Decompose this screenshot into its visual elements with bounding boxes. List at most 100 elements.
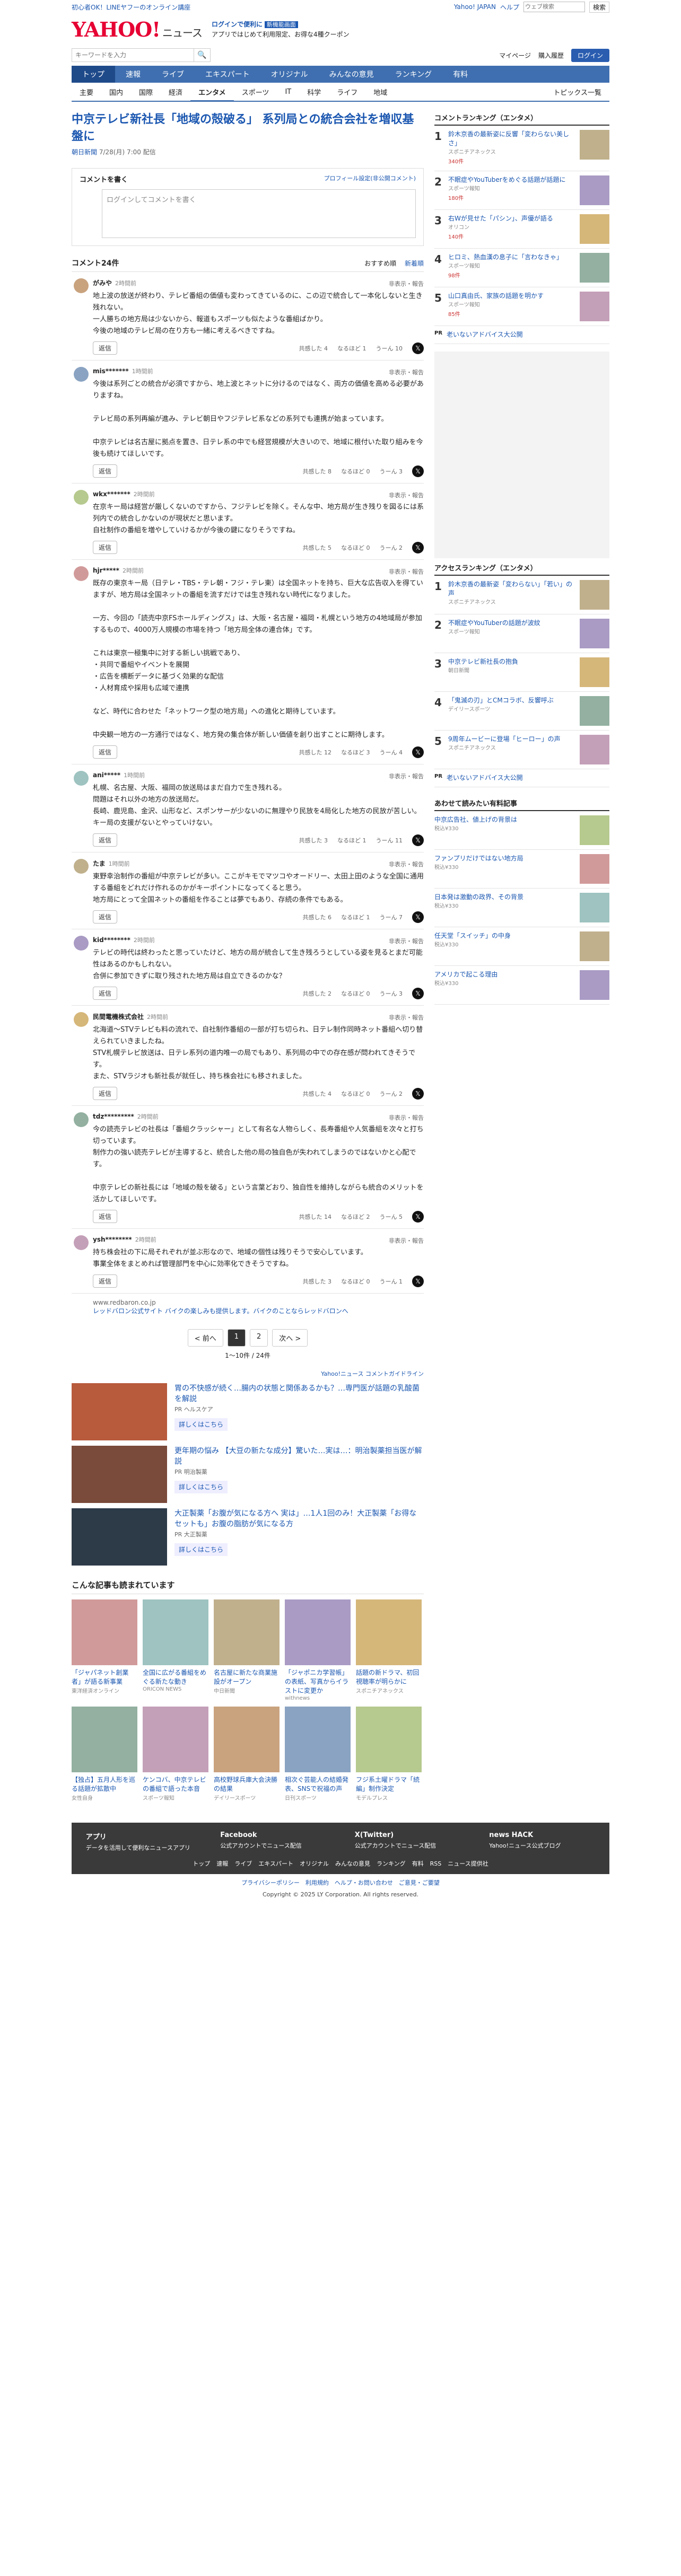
like-count[interactable]: 共感した 5: [303, 543, 332, 552]
related-thumb[interactable]: [285, 1707, 351, 1772]
related-title[interactable]: ケンコバ、中京テレビの番組で語った本音: [143, 1775, 208, 1793]
ad-title[interactable]: 胃の不快感が続く…腸内の状態と関係あるかも？…専門医が話題の乳酸菌を解説: [174, 1383, 424, 1404]
related-article[interactable]: 話題の新ドラマ、初回視聴率が明らかに スポニチアネックス: [356, 1599, 422, 1701]
related-thumb[interactable]: [214, 1599, 280, 1665]
sponsored-link[interactable]: www.redbaron.co.jp レッドバロン公式サイト バイクの楽しみも提…: [72, 1294, 424, 1315]
like-count[interactable]: 共感した 3: [299, 836, 328, 845]
ranking-thumb[interactable]: [580, 130, 609, 160]
footer-link[interactable]: 有料: [412, 1860, 424, 1867]
category-tab-5[interactable]: スポーツ: [234, 87, 277, 97]
nav-tab-1[interactable]: 速報: [115, 66, 151, 83]
ad-title[interactable]: 大正製薬「お腹が気になる方へ 実は」…1人1回のみ！大正製薬「お得なセットも」お…: [174, 1508, 424, 1529]
yahoo-home-link[interactable]: Yahoo! JAPAN: [454, 3, 496, 11]
x-share-icon[interactable]: 𝕏: [412, 541, 424, 553]
ranking-item[interactable]: 1 鈴木京香の最新姿に反響「変わらない美しさ」 スポニチアネックス 340件: [434, 126, 609, 171]
hmm-count[interactable]: うーん 11: [376, 836, 403, 845]
ranking-item[interactable]: 4 「鬼滅の刃」とCMコラボ、反響呼ぶ デイリースポーツ: [434, 692, 609, 731]
related-title[interactable]: フジ系土曜ドラマ「続編」制作決定: [356, 1775, 422, 1793]
footer-link[interactable]: RSS: [430, 1860, 442, 1867]
footer-link[interactable]: ランキング: [377, 1860, 406, 1867]
agree-count[interactable]: なるほど 0: [341, 543, 370, 552]
footer-link[interactable]: トップ: [193, 1860, 210, 1867]
related-article[interactable]: 「ジャポニカ学習帳」の表紙、写真からイラストに変更か withnews: [285, 1599, 351, 1701]
agree-count[interactable]: なるほど 0: [341, 1277, 370, 1286]
comment-author[interactable]: kid******** 2時間前: [93, 936, 424, 944]
agree-count[interactable]: なるほど 0: [341, 467, 370, 476]
reply-button[interactable]: 返信: [93, 910, 118, 924]
side-ad[interactable]: [434, 351, 609, 558]
ad-image[interactable]: [72, 1508, 167, 1566]
hmm-count[interactable]: うーん 3: [380, 467, 403, 476]
pager-prev[interactable]: < 前へ: [187, 1329, 223, 1347]
like-count[interactable]: 共感した 4: [303, 1089, 332, 1098]
related-thumb[interactable]: [356, 1707, 422, 1772]
hmm-count[interactable]: うーん 3: [380, 989, 403, 998]
ranking-item[interactable]: 5 9周年ムービーに登場「ヒーロー」の声 スポニチアネックス: [434, 731, 609, 769]
related-thumb[interactable]: [143, 1707, 208, 1772]
related-title[interactable]: 高校野球兵庫大会決勝の結果: [214, 1775, 280, 1793]
bottom-links[interactable]: プライバシーポリシー 利用規約 ヘルプ・お問い合わせ ご意見・ご要望: [72, 1874, 609, 1891]
report-link[interactable]: 非表示・報告: [389, 368, 424, 376]
ranking-thumb[interactable]: [580, 619, 609, 648]
x-share-icon[interactable]: 𝕏: [412, 746, 424, 758]
reply-button[interactable]: 返信: [93, 464, 118, 478]
related-article[interactable]: フジ系土曜ドラマ「続編」制作決定 モデルプレス: [356, 1707, 422, 1801]
paid-thumb[interactable]: [580, 893, 609, 922]
x-share-icon[interactable]: 𝕏: [412, 1210, 424, 1223]
search-icon[interactable]: 🔍: [194, 49, 210, 61]
ranking-title[interactable]: 不眠症やYouTuberをめぐる話題が話題に スポーツ報知 180件: [448, 175, 575, 205]
category-tab-0[interactable]: 主要: [72, 87, 101, 97]
paid-article[interactable]: 日本発は激動の政界、その背景 税込¥330: [434, 889, 609, 927]
x-share-icon[interactable]: 𝕏: [412, 911, 424, 923]
yahoo-news-logo[interactable]: YAHOO! ニュース: [72, 17, 203, 41]
x-share-icon[interactable]: 𝕏: [412, 834, 424, 846]
ranking-title[interactable]: 右Wが見せた「パシン」、声優が語る オリコン 140件: [448, 214, 575, 244]
footer-link[interactable]: エキスパート: [258, 1860, 293, 1867]
related-thumb[interactable]: [143, 1599, 208, 1665]
side-pr-2[interactable]: PR 老いないアドバイス大公開: [434, 769, 609, 787]
category-tab-6[interactable]: IT: [277, 88, 299, 96]
paid-thumb[interactable]: [580, 931, 609, 961]
ranking-item[interactable]: 5 山口真由氏、家族の話題を明かす スポーツ報知 85件: [434, 287, 609, 326]
ranking-title[interactable]: 鈴木京香の最新姿「変わらない」「若い」の声 スポニチアネックス: [448, 580, 575, 610]
related-thumb[interactable]: [72, 1599, 137, 1665]
related-article[interactable]: 相次ぐ芸能人の結婚発表、SNSで祝福の声 日刊スポーツ: [285, 1707, 351, 1801]
web-search-input[interactable]: [523, 2, 585, 12]
report-link[interactable]: 非表示・報告: [389, 1013, 424, 1022]
agree-count[interactable]: なるほど 1: [341, 913, 370, 921]
ranking-title[interactable]: 9周年ムービーに登場「ヒーロー」の声 スポニチアネックス: [448, 735, 575, 764]
agree-count[interactable]: なるほど 1: [337, 836, 366, 845]
footer-col[interactable]: Facebook 公式アカウントでニュース配信: [220, 1831, 326, 1852]
paid-thumb[interactable]: [580, 815, 609, 845]
category-tab-7[interactable]: 科学: [299, 87, 329, 97]
related-article[interactable]: 「ジャパネット創業者」が語る新事業 東洋経済オンライン: [72, 1599, 137, 1701]
report-link[interactable]: 非表示・報告: [389, 772, 424, 780]
reply-button[interactable]: 返信: [93, 1087, 118, 1100]
category-tab-9[interactable]: 地域: [365, 87, 395, 97]
paid-article[interactable]: 任天堂「スイッチ」の中身 税込¥330: [434, 927, 609, 966]
footer-col[interactable]: X(Twitter) 公式アカウントでニュース配信: [355, 1831, 461, 1852]
footer-col[interactable]: アプリ データを活用して便利なニュースアプリ: [86, 1831, 192, 1852]
footer-link[interactable]: オリジナル: [300, 1860, 329, 1867]
reply-button[interactable]: 返信: [93, 541, 118, 554]
footer-col[interactable]: news HACK Yahoo!ニュース公式ブログ: [489, 1831, 595, 1852]
ad-item[interactable]: 胃の不快感が続く…腸内の状態と関係あるかも？…専門医が話題の乳酸菌を解説 PR ヘ…: [72, 1383, 424, 1440]
report-link[interactable]: 非表示・報告: [389, 567, 424, 576]
like-count[interactable]: 共感した 8: [303, 467, 332, 476]
x-share-icon[interactable]: 𝕏: [412, 465, 424, 477]
related-article[interactable]: 全国に広がる番組をめぐる新たな動き ORICON NEWS: [143, 1599, 208, 1701]
comment-author[interactable]: ysh******** 2時間前: [93, 1235, 424, 1244]
comment-author[interactable]: hjr***** 2時間前: [93, 566, 424, 575]
web-search-button[interactable]: 検索: [589, 1, 609, 13]
paid-title[interactable]: 中京広告社、値上げの背景は 税込¥330: [434, 815, 575, 845]
related-thumb[interactable]: [214, 1707, 280, 1772]
nav-tab-2[interactable]: ライブ: [151, 66, 195, 83]
ad-item[interactable]: 更年期の悩み 【大豆の新たな成分】驚いた…実は…：明治製薬担当医が解説 PR 明治…: [72, 1446, 424, 1503]
footer-link[interactable]: ニュース提供社: [448, 1860, 488, 1867]
comment-author[interactable]: がみや 2時間前: [93, 278, 424, 287]
ranking-title[interactable]: 不眠症やYouTuberの話題が波紋 スポーツ報知: [448, 619, 575, 648]
ranking-item[interactable]: 3 右Wが見せた「パシン」、声優が語る オリコン 140件: [434, 210, 609, 249]
sort-newest[interactable]: 新着順: [405, 260, 424, 267]
reply-button[interactable]: 返信: [93, 1274, 118, 1288]
report-link[interactable]: 非表示・報告: [389, 860, 424, 868]
